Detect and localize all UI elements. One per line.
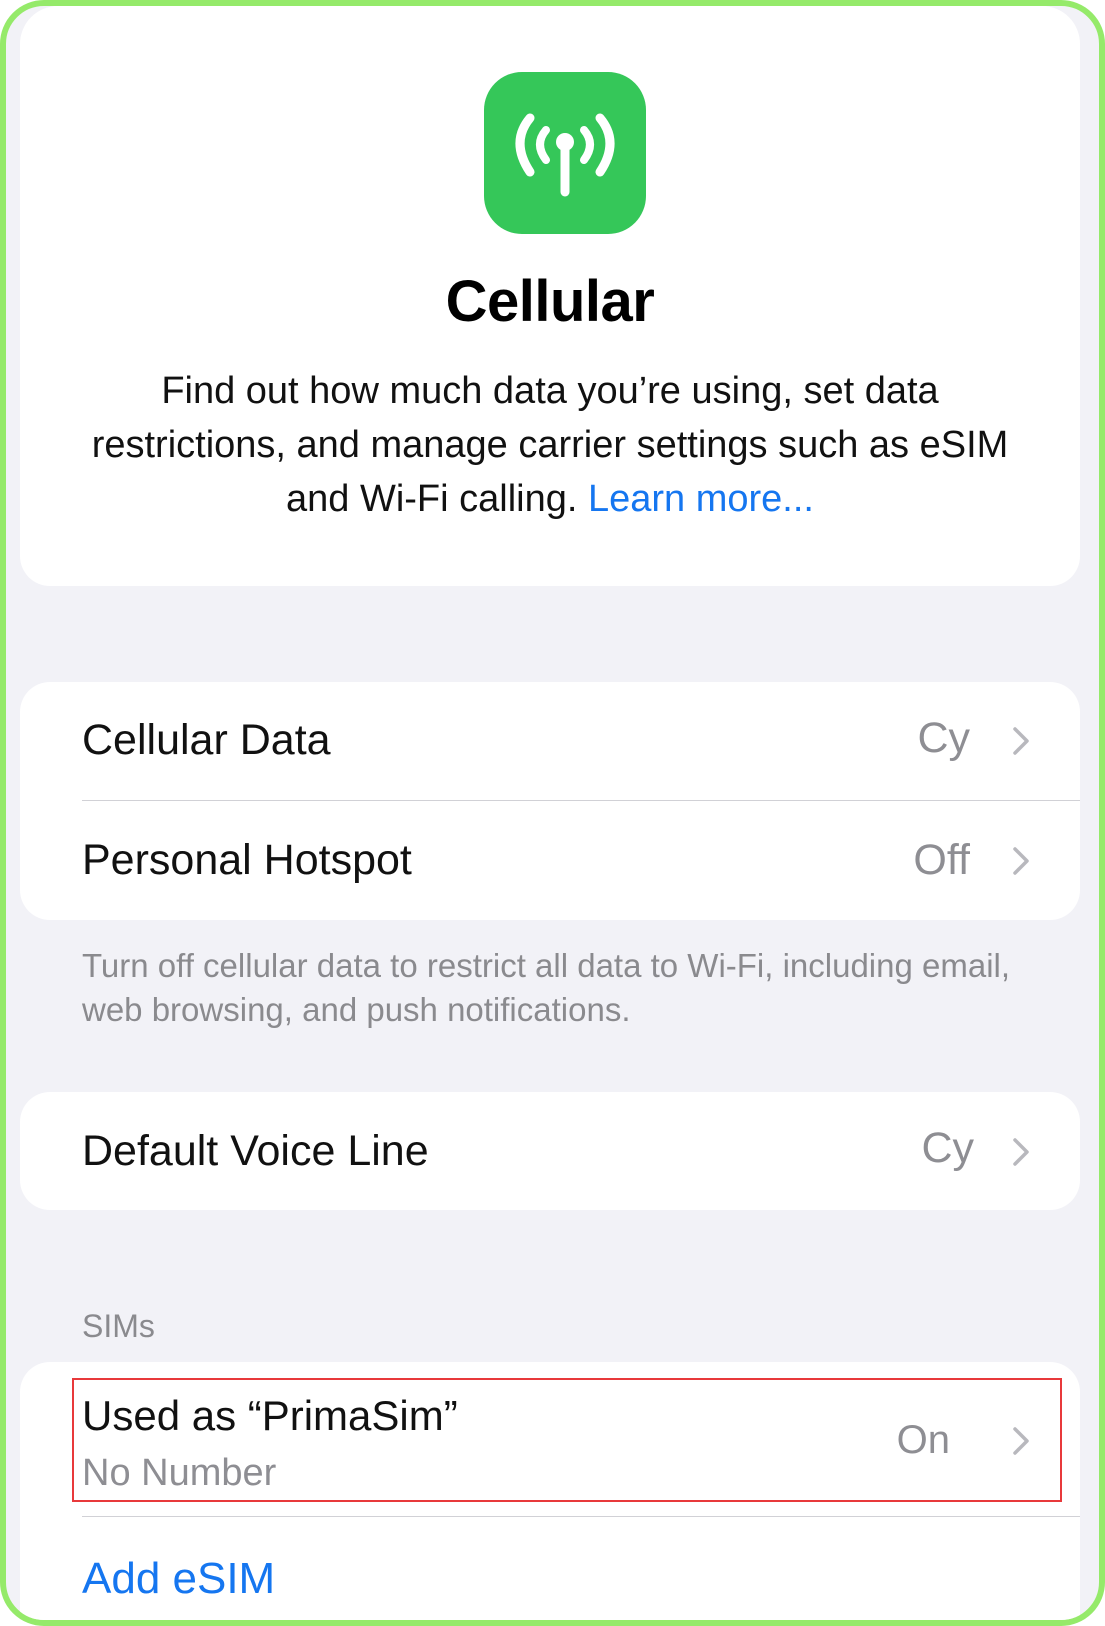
default-voice-line-row[interactable]: Default Voice Line Cy — [20, 1092, 1080, 1210]
sim-label: Used as “PrimaSim” — [82, 1392, 458, 1439]
sims-section-header: SIMs — [82, 1308, 155, 1344]
sims-group: Used as “PrimaSim” No Number On Add eSIM — [20, 1362, 1080, 1620]
learn-more-link[interactable]: Learn more... — [588, 478, 814, 520]
page-title: Cellular — [445, 269, 655, 334]
voice-line-group: Default Voice Line Cy — [20, 1092, 1080, 1210]
chevron-right-icon — [1013, 727, 1029, 755]
header-description: Find out how much data you’re using, set… — [80, 364, 1020, 526]
sim-row-primasim[interactable]: Used as “PrimaSim” No Number On — [20, 1362, 1080, 1516]
cellular-footnote: Turn off cellular data to restrict all d… — [82, 947, 1011, 1028]
row-divider — [82, 1516, 1080, 1517]
chevron-right-icon — [1013, 1427, 1029, 1455]
cellular-data-row[interactable]: Cellular Data Cy — [20, 682, 1080, 800]
add-esim-button[interactable]: Add eSIM — [82, 1554, 275, 1604]
antenna-signal-icon — [484, 72, 646, 234]
personal-hotspot-label: Personal Hotspot — [82, 836, 412, 884]
cellular-data-value: Cy — [917, 714, 970, 762]
description-text: Find out how much data you’re using, set… — [91, 370, 1009, 520]
personal-hotspot-value: Off — [913, 836, 970, 884]
sim-status-value: On — [896, 1418, 950, 1462]
header-card: Cellular Find out how much data you’re u… — [20, 6, 1080, 586]
chevron-right-icon — [1013, 1138, 1029, 1166]
cellular-group: Cellular Data Cy Personal Hotspot Off — [20, 682, 1080, 920]
sim-number-subtitle: No Number — [82, 1452, 277, 1494]
cellular-data-label: Cellular Data — [82, 716, 331, 764]
default-voice-line-label: Default Voice Line — [82, 1127, 429, 1175]
settings-screen: Cellular Find out how much data you’re u… — [0, 0, 1105, 1626]
chevron-right-icon — [1013, 847, 1029, 875]
personal-hotspot-row[interactable]: Personal Hotspot Off — [20, 801, 1080, 920]
default-voice-line-value: Cy — [921, 1124, 974, 1172]
